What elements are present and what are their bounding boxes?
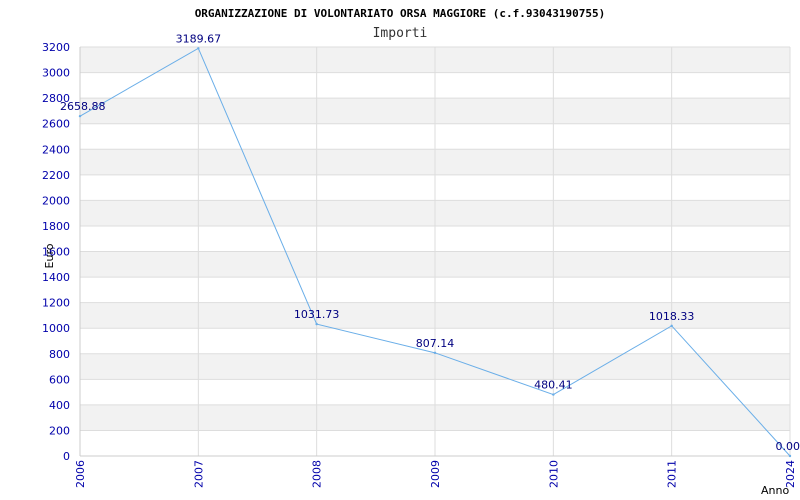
data-point [788, 454, 792, 458]
y-tick-label: 0 [63, 450, 70, 463]
y-tick-label: 200 [49, 424, 70, 437]
y-tick-label: 2000 [42, 194, 70, 207]
data-label: 807.14 [416, 337, 455, 350]
chart-subtitle: Importi [373, 26, 428, 41]
y-tick-label: 600 [49, 373, 70, 386]
data-point [315, 322, 318, 326]
x-axis-label: Anno [761, 484, 789, 497]
chart-title: ORGANIZZAZIONE DI VOLONTARIATO ORSA MAGG… [195, 7, 606, 20]
x-tick-label: 2009 [429, 460, 442, 488]
y-tick-label: 3200 [42, 41, 70, 54]
data-label: 0.00 [776, 440, 800, 453]
data-point [78, 114, 82, 118]
x-tick-label: 2008 [311, 460, 324, 488]
data-point [197, 47, 200, 50]
data-label: 480.41 [534, 379, 573, 392]
x-tick-label: 2007 [192, 460, 205, 488]
y-tick-label: 1000 [42, 322, 70, 335]
data-label: 1031.73 [294, 308, 340, 321]
x-tick-label: 2011 [666, 460, 679, 488]
data-label: 2658.88 [60, 100, 106, 113]
line-chart: ORGANIZZAZIONE DI VOLONTARIATO ORSA MAGG… [42, 7, 800, 497]
y-tick-label: 800 [49, 348, 70, 361]
data-point [433, 351, 437, 355]
y-tick-label: 2400 [42, 143, 70, 156]
data-point [670, 324, 673, 328]
y-axis-label: Euro [43, 243, 56, 268]
y-tick-label: 2600 [42, 118, 70, 131]
y-tick-label: 1200 [42, 297, 70, 310]
x-axis-ticks: 2006 2007 2008 2009 2010 2011 2024 [74, 460, 797, 488]
y-tick-label: 3000 [42, 67, 70, 80]
x-tick-label: 2006 [74, 460, 87, 488]
x-tick-label: 2010 [547, 460, 560, 488]
y-tick-label: 1800 [42, 220, 70, 233]
data-label: 3189.67 [176, 32, 222, 45]
y-tick-label: 1400 [42, 271, 70, 284]
data-label: 1018.33 [649, 310, 695, 323]
y-tick-label: 2200 [42, 169, 70, 182]
y-tick-label: 400 [49, 399, 70, 412]
data-point [552, 393, 555, 396]
